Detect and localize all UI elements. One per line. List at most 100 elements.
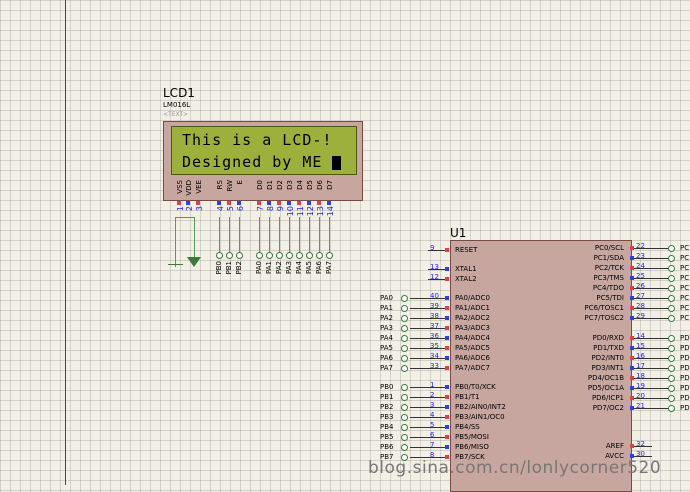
chip-pin-name: PB4/SS xyxy=(455,423,480,431)
net-node[interactable] xyxy=(401,394,408,401)
net-node[interactable] xyxy=(668,345,675,352)
net-node[interactable] xyxy=(226,252,233,259)
net-node[interactable] xyxy=(668,405,675,412)
lcd-pin-number: 9 xyxy=(276,206,285,212)
chip-pin-name: PA7/ADC7 xyxy=(455,364,490,372)
chip-pin-number: 15 xyxy=(636,342,645,350)
pin-terminal xyxy=(297,201,301,205)
chip-pin-name: PB1/T1 xyxy=(455,393,480,401)
net-node[interactable] xyxy=(316,252,323,259)
net-node[interactable] xyxy=(401,355,408,362)
chip-pin-number: 40 xyxy=(430,292,439,300)
chip-pin-name: PA5/ADC5 xyxy=(455,344,490,352)
net-node[interactable] xyxy=(296,252,303,259)
lcd-pin-name: D0 xyxy=(256,180,264,190)
net-label: PA7 xyxy=(380,364,394,372)
net-node[interactable] xyxy=(401,305,408,312)
chip-pin-number: 2 xyxy=(430,391,435,399)
pin-terminal xyxy=(186,201,190,205)
chip-pin-number: 36 xyxy=(430,332,439,340)
chip-pin-number: 18 xyxy=(636,372,645,380)
chip-pin-name: XTAL1 xyxy=(455,265,477,273)
lcd-cursor xyxy=(332,155,342,170)
net-node[interactable] xyxy=(236,252,243,259)
lcd-pin-name: D4 xyxy=(296,180,304,190)
lcd-pin-number: 8 xyxy=(266,206,275,212)
net-label: PD xyxy=(680,384,690,392)
chip-pin-name: PB3/AIN1/OC0 xyxy=(455,413,505,421)
net-node[interactable] xyxy=(668,305,675,312)
net-label: PA3 xyxy=(380,324,394,332)
net-node[interactable] xyxy=(668,315,675,322)
chip-pin-name: PA0/ADC0 xyxy=(455,294,490,302)
pin-wire xyxy=(410,318,446,319)
chip-pin-number: 19 xyxy=(636,382,645,390)
net-node[interactable] xyxy=(216,252,223,259)
pin-terminal xyxy=(630,386,634,390)
chip-pin-name: PD0/RXD xyxy=(592,334,624,342)
net-node[interactable] xyxy=(401,444,408,451)
net-node[interactable] xyxy=(401,315,408,322)
net-node[interactable] xyxy=(266,252,273,259)
net-label: PA1 xyxy=(380,304,394,312)
chip-pin-name: PD1/TXD xyxy=(593,344,624,352)
net-node[interactable] xyxy=(401,384,408,391)
chip-pin-name: PD2/INT0 xyxy=(591,354,624,362)
net-node[interactable] xyxy=(276,252,283,259)
net-node[interactable] xyxy=(401,295,408,302)
chip-pin-name: PD4/OC1B xyxy=(587,374,624,382)
pin-terminal xyxy=(445,366,449,370)
net-node[interactable] xyxy=(668,255,675,262)
net-node[interactable] xyxy=(401,424,408,431)
vertical-guide-line xyxy=(65,0,66,485)
net-label: PC xyxy=(680,244,690,252)
net-node[interactable] xyxy=(306,252,313,259)
net-node[interactable] xyxy=(668,265,675,272)
net-node[interactable] xyxy=(401,335,408,342)
net-node[interactable] xyxy=(668,395,675,402)
net-node[interactable] xyxy=(401,345,408,352)
net-label: PD xyxy=(680,404,690,412)
chip-pin-number: 17 xyxy=(636,362,645,370)
net-node[interactable] xyxy=(401,365,408,372)
net-node[interactable] xyxy=(668,375,675,382)
net-node[interactable] xyxy=(401,414,408,421)
chip-pin-number: 39 xyxy=(430,302,439,310)
net-node[interactable] xyxy=(668,365,675,372)
net-node[interactable] xyxy=(668,245,675,252)
net-node[interactable] xyxy=(668,385,675,392)
net-label: PA4 xyxy=(380,334,394,342)
pin-wire xyxy=(410,308,446,309)
chip-pin-number: 22 xyxy=(636,242,645,250)
pin-wire xyxy=(410,368,446,369)
net-node[interactable] xyxy=(668,335,675,342)
net-node[interactable] xyxy=(668,275,675,282)
net-label: PA2 xyxy=(275,261,283,275)
lcd-pin-name: RW xyxy=(226,180,234,192)
net-label: PC xyxy=(680,254,690,262)
net-label: PA4 xyxy=(295,261,303,275)
net-node[interactable] xyxy=(256,252,263,259)
net-node[interactable] xyxy=(326,252,333,259)
net-node[interactable] xyxy=(401,404,408,411)
net-wire xyxy=(299,217,300,253)
pin-wire xyxy=(410,407,446,408)
lcd-pin-number: 13 xyxy=(316,206,325,217)
net-node[interactable] xyxy=(668,355,675,362)
net-node[interactable] xyxy=(286,252,293,259)
net-node[interactable] xyxy=(401,325,408,332)
pin-terminal xyxy=(630,316,634,320)
chip-pin-name: PD5/OC1A xyxy=(587,384,624,392)
chip-pin-name: PC7/TOSC2 xyxy=(584,314,625,322)
net-node[interactable] xyxy=(668,285,675,292)
net-wire xyxy=(219,217,220,253)
chip-pin-number: 33 xyxy=(430,362,439,370)
pin-terminal xyxy=(445,415,449,419)
lcd-pin-number: 4 xyxy=(216,206,225,212)
lcd-pin-number: 12 xyxy=(306,206,315,217)
net-node[interactable] xyxy=(401,434,408,441)
net-node[interactable] xyxy=(668,295,675,302)
chip-pin-name: PD7/OC2 xyxy=(592,404,624,412)
pin-wire xyxy=(410,387,446,388)
net-label: PA7 xyxy=(325,261,333,275)
